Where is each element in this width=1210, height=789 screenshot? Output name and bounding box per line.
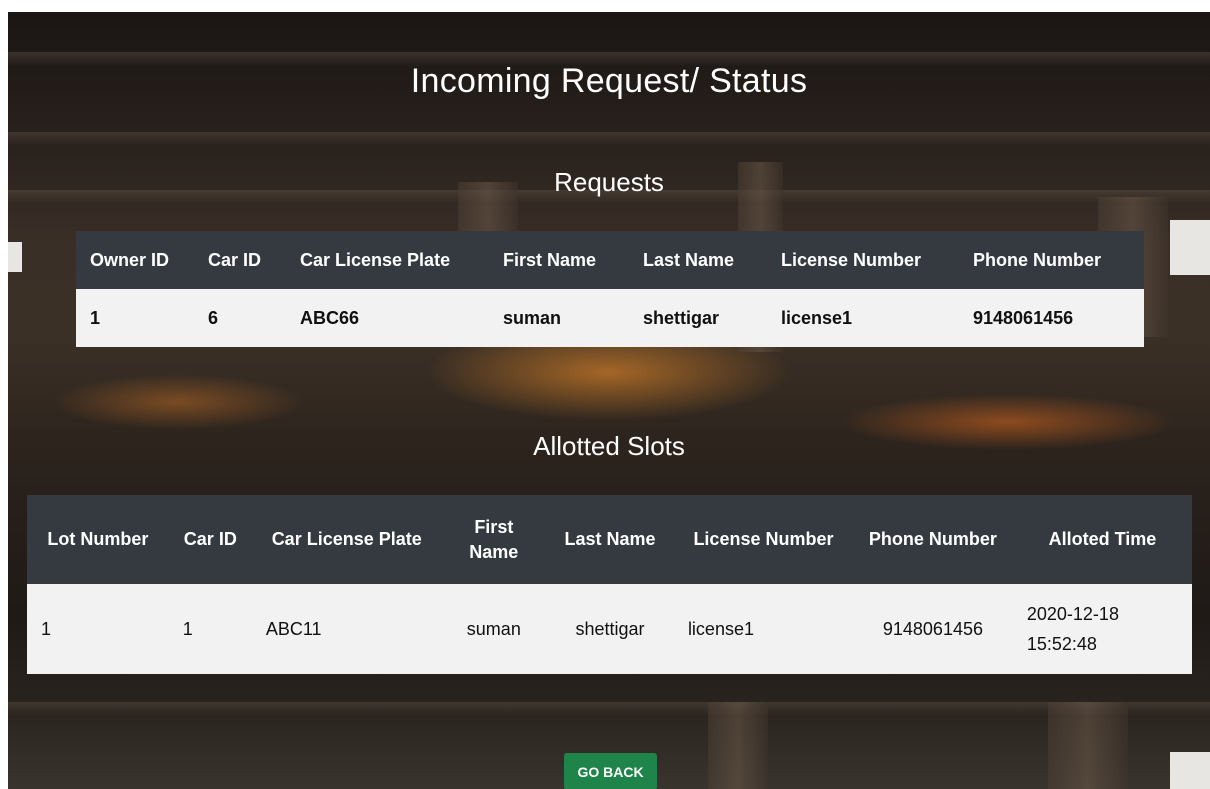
- allotted-header-row: Lot Number Car ID Car License Plate Firs…: [27, 495, 1192, 584]
- column-header-first-name: First Name: [441, 495, 547, 584]
- column-header-lot-number: Lot Number: [27, 495, 169, 584]
- column-header-car-id: Car ID: [194, 231, 286, 289]
- cell-car-id: 6: [194, 289, 286, 347]
- allotted-slots-table: Lot Number Car ID Car License Plate Firs…: [27, 495, 1192, 674]
- column-header-license-number: License Number: [673, 495, 853, 584]
- background-parking-garage: Incoming Request/ Status Requests Owner …: [8, 12, 1210, 789]
- page-title: Incoming Request/ Status: [410, 62, 808, 100]
- requests-table: Owner ID Car ID Car License Plate First …: [76, 231, 1144, 347]
- cell-alloted-time: 2020-12-18 15:52:48: [1012, 584, 1192, 674]
- cell-lot-number: 1: [27, 584, 169, 674]
- column-header-alloted-time: Alloted Time: [1012, 495, 1192, 584]
- column-header-phone-number: Phone Number: [959, 231, 1144, 289]
- requests-header-row: Owner ID Car ID Car License Plate First …: [76, 231, 1144, 289]
- window-light: [1170, 752, 1210, 789]
- cell-license-number: license1: [767, 289, 959, 347]
- cell-license-number: license1: [673, 584, 853, 674]
- window-light: [1170, 220, 1210, 275]
- requests-heading: Requests: [554, 167, 664, 197]
- column-header-last-name: Last Name: [546, 495, 674, 584]
- cell-car-license-plate: ABC11: [251, 584, 442, 674]
- cell-first-name: suman: [441, 584, 547, 674]
- column-header-license-number: License Number: [767, 231, 959, 289]
- cell-owner-id: 1: [76, 289, 194, 347]
- table-row: 1 1 ABC11 suman shettigar license1 91480…: [27, 584, 1192, 674]
- column-header-last-name: Last Name: [629, 231, 767, 289]
- ceiling-beam: [8, 132, 1210, 146]
- column-header-car-license-plate: Car License Plate: [286, 231, 489, 289]
- pillar: [708, 702, 768, 789]
- go-back-button[interactable]: GO BACK: [564, 753, 657, 789]
- table-row: 1 6 ABC66 suman shettigar license1 91480…: [76, 289, 1144, 347]
- column-header-first-name: First Name: [489, 231, 629, 289]
- cell-phone-number: 9148061456: [853, 584, 1013, 674]
- column-header-owner-id: Owner ID: [76, 231, 194, 289]
- allotted-slots-heading: Allotted Slots: [533, 431, 685, 461]
- pillar: [1048, 702, 1128, 789]
- column-header-car-id: Car ID: [168, 495, 252, 584]
- cell-car-license-plate: ABC66: [286, 289, 489, 347]
- floor-beam: [8, 702, 1210, 716]
- cell-last-name: shettigar: [546, 584, 674, 674]
- cell-first-name: suman: [489, 289, 629, 347]
- window-light: [8, 242, 22, 272]
- cell-phone-number: 9148061456: [959, 289, 1144, 347]
- column-header-phone-number: Phone Number: [853, 495, 1013, 584]
- cell-car-id: 1: [168, 584, 252, 674]
- cell-last-name: shettigar: [629, 289, 767, 347]
- column-header-car-license-plate: Car License Plate: [251, 495, 442, 584]
